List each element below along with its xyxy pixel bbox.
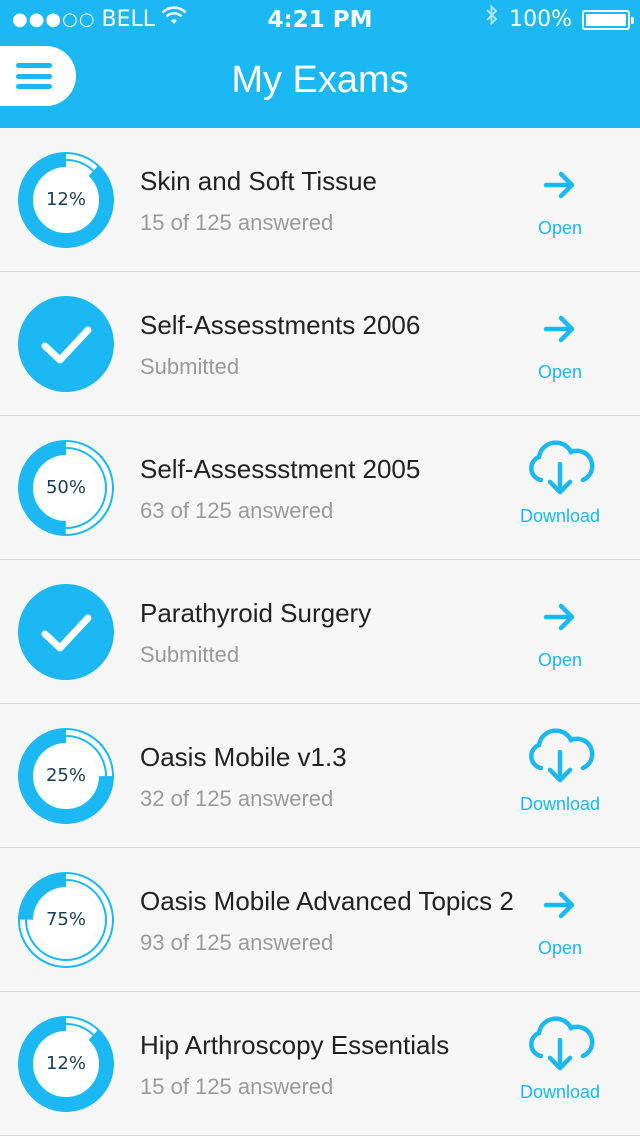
progress-ring: 12% xyxy=(18,1016,114,1112)
exam-title: Skin and Soft Tissue xyxy=(140,166,378,196)
status-bar: ●●●○○ BELL 4:21 PM 100% xyxy=(0,0,640,40)
exam-status: 63 of 125 answered xyxy=(140,498,334,523)
exam-title: Self-Assesstments 2006 xyxy=(140,310,421,340)
exam-title: Hip Arthroscopy Essentials xyxy=(140,1030,450,1060)
exam-status: Submitted xyxy=(140,642,240,667)
exam-status: 15 of 125 answered xyxy=(140,210,334,235)
progress-percent: 12% xyxy=(45,1053,86,1074)
exam-row[interactable]: Parathyroid Surgery Submitted Open xyxy=(0,560,640,704)
progress-percent: 25% xyxy=(45,765,86,786)
submitted-check-icon xyxy=(18,296,114,392)
exam-title: Self-Assessstment 2005 xyxy=(140,454,421,484)
open-button[interactable]: Open xyxy=(500,294,620,394)
cloud-download-icon xyxy=(525,438,595,498)
bluetooth-icon xyxy=(485,0,499,40)
progress-percent: 75% xyxy=(45,909,86,930)
battery-percent: 100% xyxy=(509,7,572,32)
arrow-right-icon xyxy=(543,582,577,642)
exam-title: Oasis Mobile v1.3 xyxy=(140,742,347,772)
download-button[interactable]: Download xyxy=(500,726,620,826)
submitted-check-icon xyxy=(18,584,114,680)
exam-row[interactable]: 25% Oasis Mobile v1.3 32 of 125 answered Do… xyxy=(0,704,640,848)
exam-row[interactable]: 50% Self-Assessstment 2005 63 of 125 answe… xyxy=(0,416,640,560)
exam-status: 93 of 125 answered xyxy=(140,930,334,955)
open-button[interactable]: Open xyxy=(500,150,620,250)
exam-status: Submitted xyxy=(140,354,240,379)
exam-title: Oasis Mobile Advanced Topics 2 xyxy=(140,886,514,916)
exam-list: 12% Skin and Soft Tissue 15 of 125 answere… xyxy=(0,128,640,1136)
exam-row[interactable]: 12% Hip Arthroscopy Essentials 15 of 125 a… xyxy=(0,992,640,1136)
exam-row[interactable]: 12% Skin and Soft Tissue 15 of 125 answere… xyxy=(0,128,640,272)
download-button[interactable]: Download xyxy=(500,1014,620,1114)
progress-ring: 12% xyxy=(18,152,114,248)
arrow-right-icon xyxy=(543,150,577,210)
progress-percent: 12% xyxy=(45,189,86,210)
cloud-download-icon xyxy=(525,1014,595,1074)
progress-ring: 50% xyxy=(18,440,114,536)
exam-status: 32 of 125 answered xyxy=(140,786,334,811)
progress-ring: 25% xyxy=(18,728,114,824)
action-label: Open xyxy=(537,938,583,958)
arrow-right-icon xyxy=(543,870,577,930)
page-title: My Exams xyxy=(231,59,409,101)
open-button[interactable]: Open xyxy=(500,582,620,682)
app-header: ●●●○○ BELL 4:21 PM 100% My Exams xyxy=(0,0,640,128)
arrow-right-icon xyxy=(543,294,577,354)
action-label: Open xyxy=(537,362,583,382)
battery-icon xyxy=(582,10,634,30)
action-label: Download xyxy=(519,794,601,814)
open-button[interactable]: Open xyxy=(500,870,620,970)
exam-status: 15 of 125 answered xyxy=(140,1074,334,1099)
exam-title: Parathyroid Surgery xyxy=(140,598,372,628)
action-label: Open xyxy=(537,650,583,670)
cloud-download-icon xyxy=(525,726,595,786)
action-label: Open xyxy=(537,218,583,238)
exam-row[interactable]: 75% Oasis Mobile Advanced Topics 2 93 of 1… xyxy=(0,848,640,992)
download-button[interactable]: Download xyxy=(500,438,620,538)
progress-percent: 50% xyxy=(45,477,86,498)
progress-ring: 75% xyxy=(18,872,114,968)
action-label: Download xyxy=(519,1082,601,1102)
action-label: Download xyxy=(519,506,601,526)
exam-row[interactable]: Self-Assesstments 2006 Submitted Open xyxy=(0,272,640,416)
